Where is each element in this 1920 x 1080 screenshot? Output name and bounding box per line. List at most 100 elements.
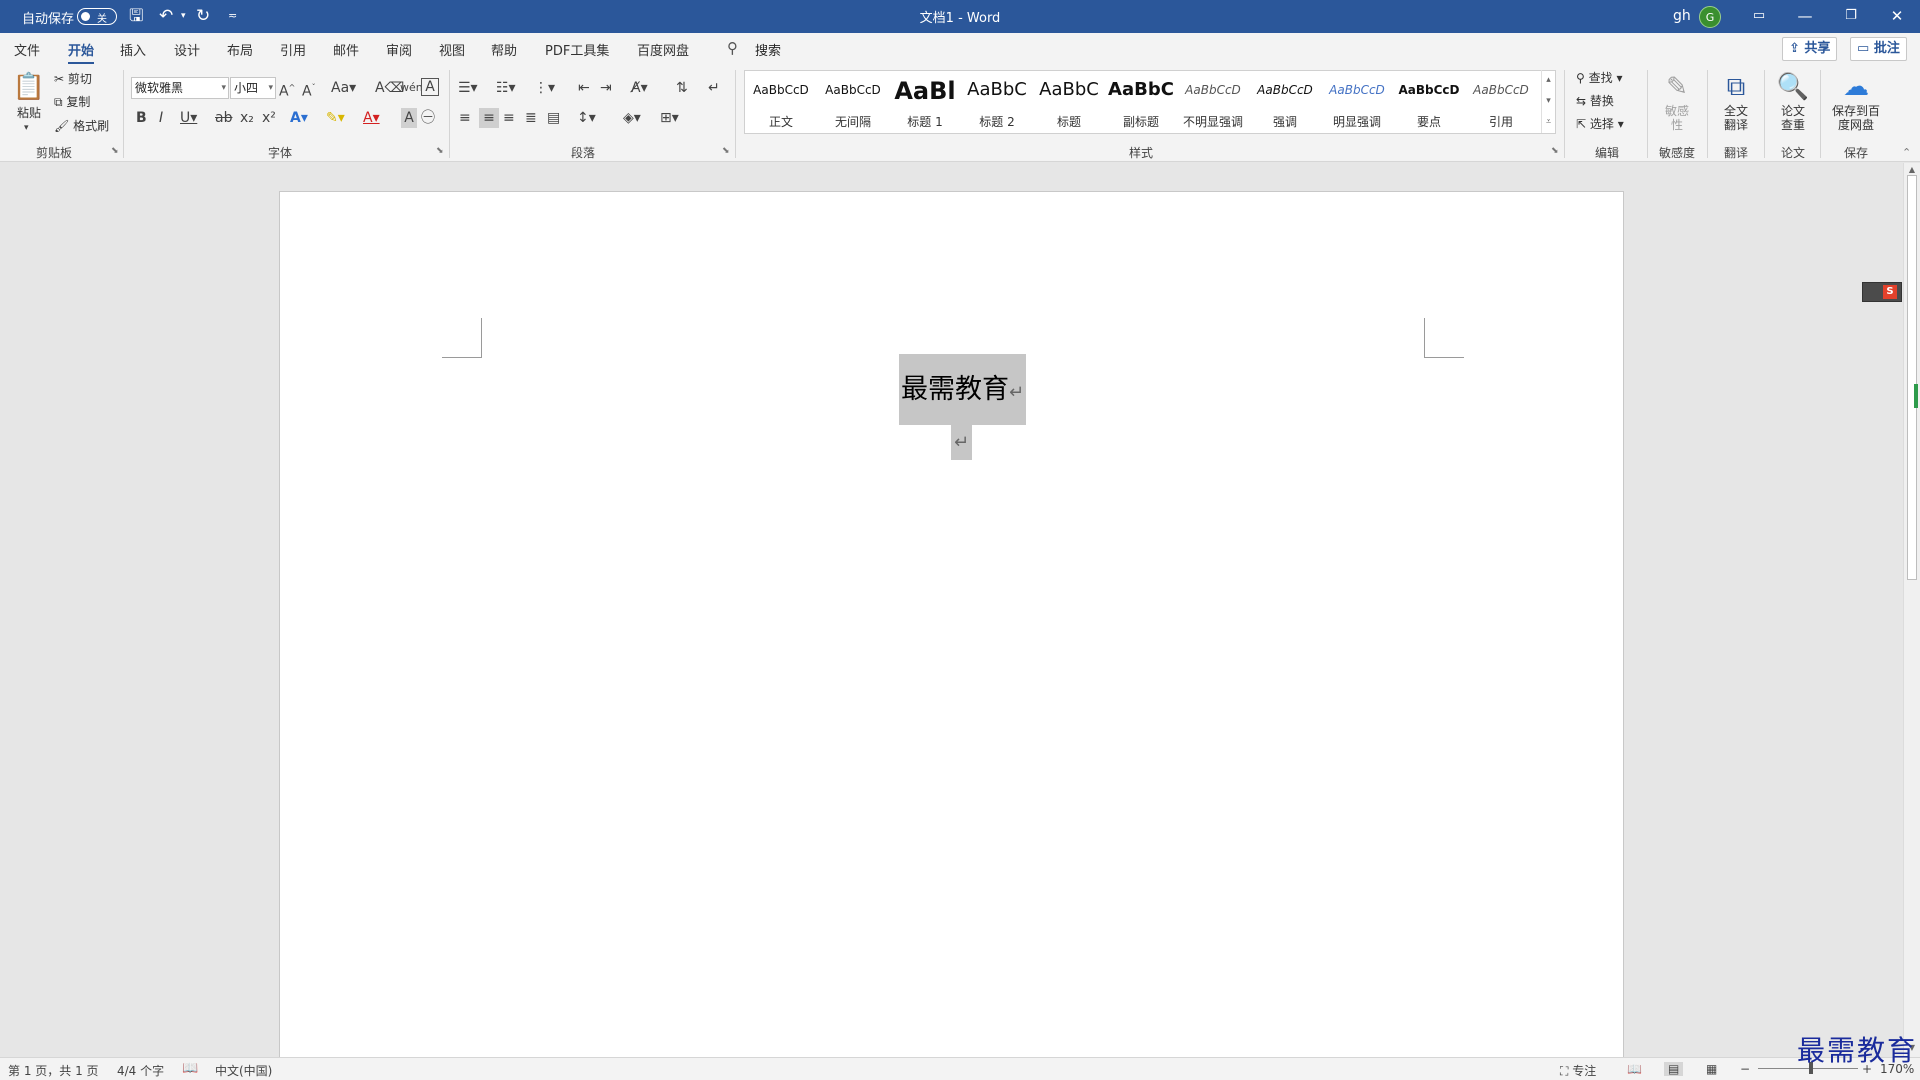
sensitivity-button[interactable]: ✎ 敏感性 — [1659, 70, 1695, 132]
tab-review[interactable]: 审阅 — [386, 40, 412, 59]
distributed-icon[interactable]: ▤ — [547, 108, 560, 128]
styles-launcher-icon[interactable]: ⬊ — [1551, 146, 1559, 156]
bullets-icon[interactable]: ☰▾ — [458, 78, 478, 98]
document-heading[interactable]: 最需教育↵ — [899, 354, 1027, 425]
tab-layout[interactable]: 布局 — [227, 40, 253, 59]
vertical-scrollbar[interactable]: ▲ ▼ — [1903, 163, 1920, 1057]
tab-view[interactable]: 视图 — [439, 40, 465, 59]
ime-toolbar[interactable]: S — [1862, 282, 1902, 302]
font-color-icon[interactable]: A▾ — [363, 108, 380, 128]
strikethrough-icon[interactable]: ab — [215, 108, 232, 128]
empty-paragraph-mark[interactable]: ↵ — [951, 425, 972, 460]
align-center-icon[interactable]: ≡ — [479, 108, 499, 128]
decrease-indent-icon[interactable]: ⇤ — [578, 78, 590, 98]
font-name-combo[interactable]: 微软雅黑 ▾ — [131, 77, 229, 99]
word-count[interactable]: 4/4 个字 — [117, 1062, 164, 1079]
sogou-ime-icon[interactable]: S — [1883, 285, 1897, 299]
ribbon-display-icon[interactable]: ▭ — [1736, 0, 1782, 33]
collapse-ribbon-icon[interactable]: ⌃ — [1902, 146, 1911, 159]
format-painter-button[interactable]: 🖌 格式刷 — [54, 117, 109, 135]
comments-button[interactable]: ▭ 批注 — [1850, 37, 1907, 61]
customize-toolbar-icon[interactable]: ≂ — [228, 6, 237, 26]
tab-insert[interactable]: 插入 — [120, 40, 146, 59]
close-icon[interactable]: ✕ — [1874, 0, 1920, 33]
superscript-icon[interactable]: x² — [262, 108, 276, 128]
focus-button[interactable]: ⛶ 专注 — [1560, 1062, 1596, 1079]
underline-icon[interactable]: U▾ — [180, 108, 197, 128]
character-shading-icon[interactable]: A — [401, 108, 417, 128]
select-button[interactable]: ⇱ 选择 ▾ — [1576, 115, 1624, 133]
tab-help[interactable]: 帮助 — [491, 40, 517, 59]
numbering-icon[interactable]: ☷▾ — [496, 78, 516, 98]
italic-icon[interactable]: I — [159, 108, 163, 128]
save-to-baidu-button[interactable]: ☁ 保存到百度网盘 — [1828, 70, 1884, 132]
paste-dropdown-icon[interactable]: ▾ — [24, 118, 29, 138]
undo-icon[interactable]: ↶ — [159, 6, 173, 26]
style-subtitle[interactable]: AaBbC 副标题 — [1105, 71, 1177, 133]
chevron-up-icon[interactable]: ▴ — [1541, 70, 1555, 91]
autosave-toggle[interactable]: 关 — [77, 8, 117, 25]
paste-button[interactable]: 📋 粘贴 — [12, 70, 46, 121]
show-marks-icon[interactable]: ↵ — [708, 78, 720, 98]
style-heading-1[interactable]: AaBl 标题 1 — [889, 71, 961, 133]
copy-button[interactable]: ⧉ 复制 — [54, 93, 90, 111]
change-case-icon[interactable]: Aa▾ — [331, 78, 356, 98]
save-icon[interactable]: 🖫 — [129, 6, 143, 26]
read-mode-icon[interactable]: 📖 — [1627, 1062, 1642, 1076]
shading-icon[interactable]: ◈▾ — [623, 108, 641, 128]
enclose-characters-icon[interactable]: ㊀ — [421, 108, 435, 128]
restore-icon[interactable]: ❐ — [1828, 0, 1874, 33]
style-quote[interactable]: AaBbCcD 引用 — [1465, 71, 1537, 133]
style-subtle-emphasis[interactable]: AaBbCcD 不明显强调 — [1177, 71, 1249, 133]
shrink-font-icon[interactable]: Aˇ — [302, 78, 316, 102]
highlight-icon[interactable]: ✎▾ — [326, 108, 345, 128]
find-button[interactable]: ⚲ 查找 ▾ — [1576, 69, 1622, 87]
subscript-icon[interactable]: x₂ — [240, 108, 254, 128]
page-count[interactable]: 第 1 页，共 1 页 — [8, 1062, 99, 1079]
tab-pdf-tools[interactable]: PDF工具集 — [545, 40, 609, 59]
font-size-combo[interactable]: 小四 ▾ — [230, 77, 276, 99]
redo-icon[interactable]: ↻ — [196, 6, 210, 26]
tab-references[interactable]: 引用 — [280, 40, 306, 59]
tab-file[interactable]: 文件 — [14, 40, 40, 59]
multilevel-list-icon[interactable]: ⋮▾ — [534, 78, 555, 98]
cut-button[interactable]: ✂ 剪切 — [54, 70, 92, 88]
avatar[interactable]: G — [1699, 6, 1721, 28]
increase-indent-icon[interactable]: ⇥ — [600, 78, 612, 98]
style-emphasis[interactable]: AaBbCcD 强调 — [1249, 71, 1321, 133]
scroll-up-icon[interactable]: ▲ — [1904, 165, 1920, 174]
replace-button[interactable]: ⇆ 替换 — [1576, 92, 1614, 110]
tab-design[interactable]: 设计 — [174, 40, 200, 59]
gallery-more-icon[interactable]: ⩡ — [1541, 112, 1555, 133]
style-no-spacing[interactable]: AaBbCcD 无间隔 — [817, 71, 889, 133]
align-right-icon[interactable]: ≡ — [503, 108, 515, 128]
full-translate-button[interactable]: ⧉ 全文翻译 — [1716, 70, 1756, 132]
clipboard-launcher-icon[interactable]: ⬊ — [111, 146, 119, 156]
font-launcher-icon[interactable]: ⬊ — [436, 146, 444, 156]
undo-dropdown-icon[interactable]: ▾ — [181, 6, 186, 26]
phonetic-guide-icon[interactable]: wén — [400, 78, 423, 98]
borders-icon[interactable]: ⊞▾ — [660, 108, 679, 128]
web-layout-icon[interactable]: ▦ — [1706, 1062, 1717, 1076]
minimize-icon[interactable]: — — [1782, 0, 1828, 33]
share-button[interactable]: ⇪ 共享 — [1782, 37, 1838, 61]
tab-mailings[interactable]: 邮件 — [333, 40, 359, 59]
style-strong[interactable]: AaBbCcD 要点 — [1393, 71, 1465, 133]
align-left-icon[interactable]: ≡ — [459, 108, 471, 128]
tab-baidu-netdisk[interactable]: 百度网盘 — [637, 40, 689, 59]
character-border-icon[interactable]: A — [421, 78, 439, 96]
bold-icon[interactable]: B — [136, 108, 147, 128]
chevron-down-icon[interactable]: ▾ — [1541, 91, 1555, 112]
print-layout-icon[interactable]: ▤ — [1664, 1062, 1684, 1076]
style-heading-2[interactable]: AaBbC 标题 2 — [961, 71, 1033, 133]
search-input[interactable]: 搜索 — [755, 40, 781, 59]
language-indicator[interactable]: 中文(中国) — [215, 1062, 272, 1079]
user-name[interactable]: gh — [1673, 8, 1691, 24]
line-spacing-icon[interactable]: ↕▾ — [577, 108, 596, 128]
proofing-icon[interactable]: 📖 — [182, 1061, 198, 1076]
paragraph-launcher-icon[interactable]: ⬊ — [722, 146, 730, 156]
paper-check-button[interactable]: 🔍 论文查重 — [1773, 70, 1813, 132]
text-effects-icon[interactable]: A▾ — [290, 108, 308, 128]
style-title[interactable]: AaBbC 标题 — [1033, 71, 1105, 133]
justify-icon[interactable]: ≣ — [525, 108, 537, 128]
